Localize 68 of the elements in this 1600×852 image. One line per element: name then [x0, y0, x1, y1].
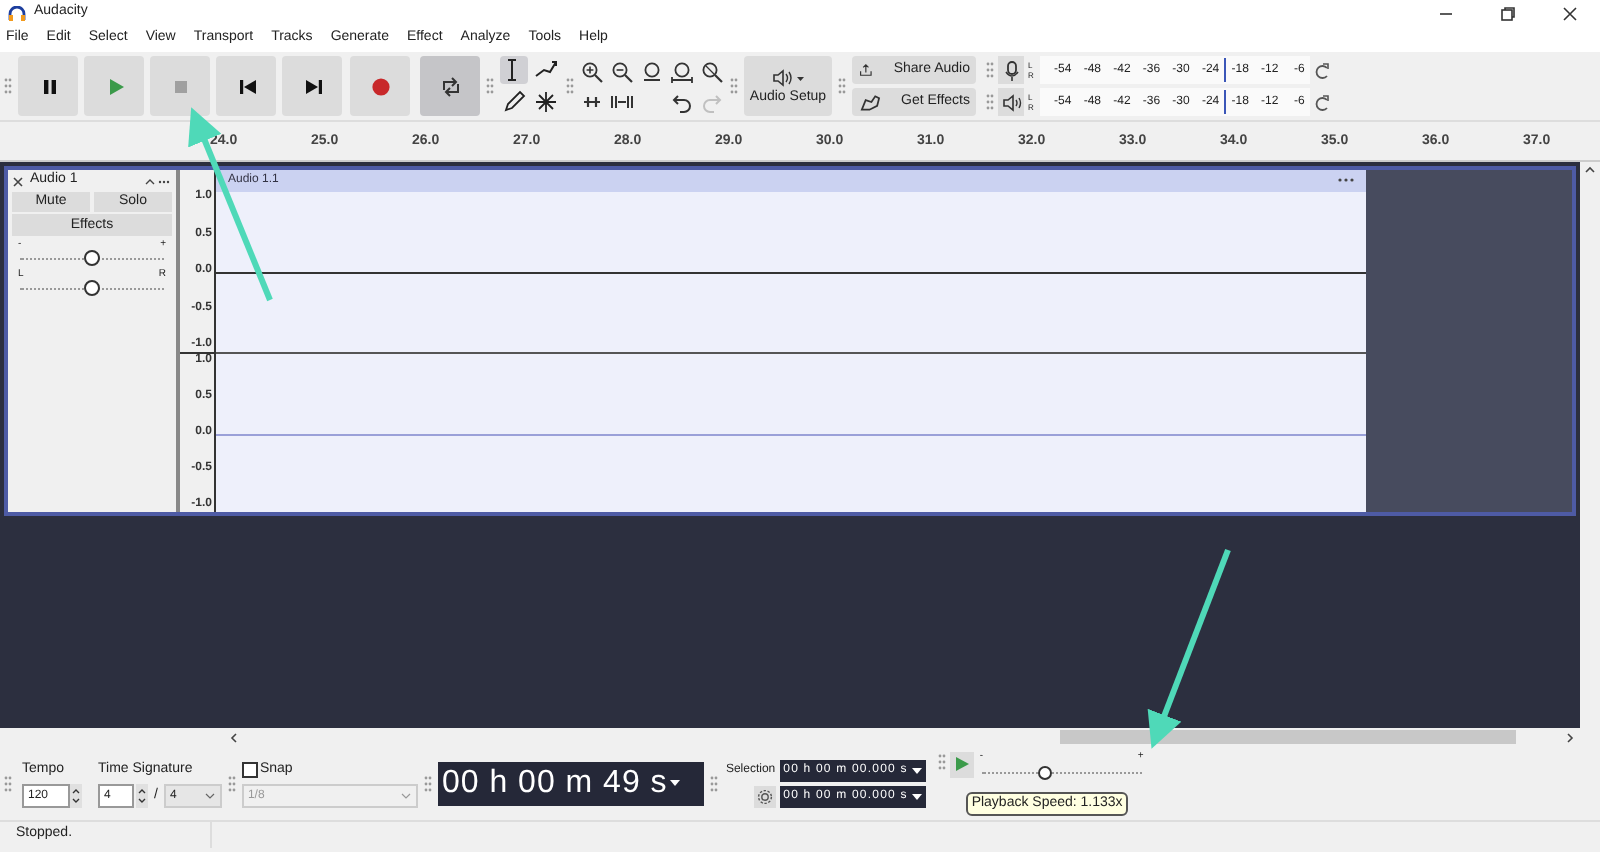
play-at-speed-button[interactable]	[949, 751, 974, 777]
slider-thumb[interactable]	[84, 250, 100, 266]
fit-selection-icon[interactable]	[640, 59, 664, 83]
caret-icon[interactable]	[669, 780, 680, 788]
reset-icon[interactable]	[1314, 93, 1330, 111]
toolbar-grip[interactable]	[838, 76, 846, 96]
more-icon[interactable]	[1336, 176, 1356, 184]
record-button[interactable]	[350, 56, 410, 116]
loop-button[interactable]	[420, 56, 480, 116]
upload-icon	[858, 58, 874, 82]
toolbar-grip[interactable]	[730, 76, 738, 96]
draw-tool-button[interactable]	[500, 88, 528, 116]
plug-icon	[858, 90, 881, 114]
restore-icon[interactable]	[1500, 5, 1516, 21]
vertical-scrollbar[interactable]	[1580, 162, 1600, 728]
playback-meter-button[interactable]	[998, 88, 1024, 116]
toolbar-grip[interactable]	[227, 774, 236, 794]
fit-project-icon[interactable]	[670, 59, 694, 83]
toolbar-grip[interactable]	[566, 76, 574, 96]
asterisk-icon	[534, 90, 558, 114]
envelope-icon	[534, 58, 558, 82]
headphones-icon	[8, 5, 26, 21]
microphone-icon	[1001, 59, 1021, 81]
scroll-right-icon[interactable]	[1564, 732, 1576, 744]
toolbar-grip[interactable]	[4, 76, 12, 96]
spinner-icon[interactable]	[70, 784, 82, 809]
toolbar-grip[interactable]	[486, 76, 494, 96]
select-tool-button[interactable]	[500, 56, 528, 84]
pencil-icon	[502, 90, 526, 114]
multi-tool-button[interactable]	[532, 88, 560, 116]
speed-slider[interactable]	[981, 761, 1142, 773]
level-marker	[1224, 90, 1226, 114]
toolbar-grip[interactable]	[986, 92, 994, 112]
skip-start-button[interactable]	[216, 56, 276, 116]
toolbar-grip[interactable]	[937, 751, 946, 771]
zoom-in-icon[interactable]	[580, 59, 604, 83]
level-marker	[1224, 58, 1226, 82]
loop-icon	[437, 73, 463, 99]
chevron-down-icon	[399, 792, 412, 801]
skip-end-button[interactable]	[282, 56, 342, 116]
close-icon[interactable]	[1562, 5, 1578, 21]
zoom-out-icon[interactable]	[610, 59, 634, 83]
play-icon	[953, 756, 970, 772]
speaker-icon	[1001, 91, 1021, 113]
collapse-menu-icon[interactable]	[144, 175, 172, 187]
toolbar-grip[interactable]	[986, 60, 994, 80]
toolbar-grip[interactable]	[423, 774, 432, 794]
pause-button[interactable]	[18, 56, 78, 116]
toolbar-grip[interactable]	[709, 774, 718, 794]
reset-icon[interactable]	[1314, 61, 1330, 79]
time-text: 00 h 00 m 49 s	[441, 764, 668, 804]
zoom-toggle-icon[interactable]	[700, 59, 724, 83]
close-icon[interactable]	[12, 175, 24, 187]
toolbar-grip[interactable]	[4, 774, 12, 794]
record-meter-button[interactable]	[998, 56, 1024, 84]
record-icon	[367, 73, 393, 99]
spinner-icon[interactable]	[136, 784, 148, 809]
slider-thumb[interactable]	[84, 280, 100, 296]
undo-icon[interactable]	[670, 89, 694, 113]
scroll-left-icon[interactable]	[228, 732, 240, 744]
slider-thumb[interactable]	[1038, 765, 1053, 779]
caret-icon	[911, 793, 922, 801]
settings-icon[interactable]	[753, 786, 776, 808]
scrollbar-thumb[interactable]	[1060, 730, 1516, 744]
chevron-down-icon	[203, 792, 216, 801]
caret-icon	[911, 767, 922, 775]
scroll-up-icon[interactable]	[1584, 164, 1596, 176]
speaker-icon	[770, 68, 806, 88]
